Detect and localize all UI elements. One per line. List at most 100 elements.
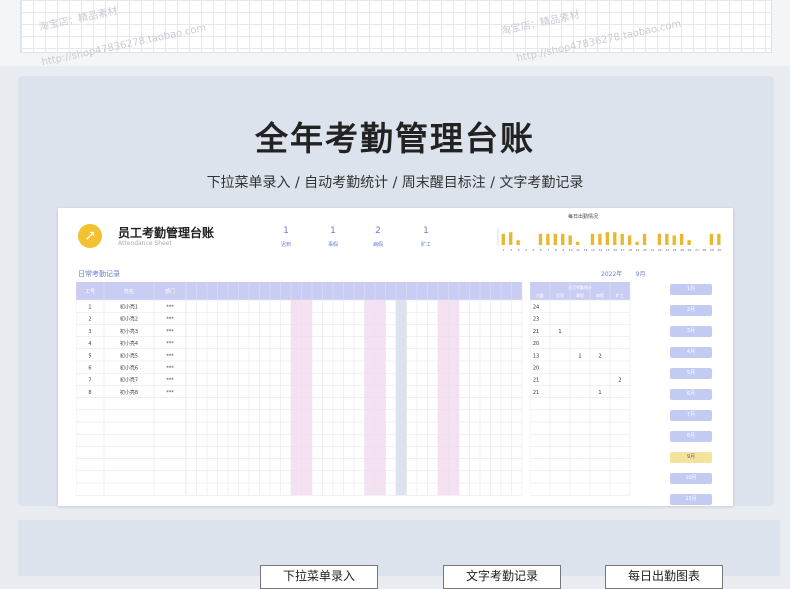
chart-bar	[538, 233, 543, 245]
monthly-summary-table: 全月考勤统计出勤 迟到 事假 病假 旷工 24 23 21 1 20 13 1 2 20 21 2 21 1	[530, 282, 631, 496]
employee-name: 初小亮5	[120, 352, 138, 359]
x-tick-label: 5	[532, 248, 534, 252]
x-tick-label: 13	[591, 248, 595, 252]
x-tick-label: 10	[569, 248, 573, 252]
month-button[interactable]: 7月	[670, 410, 712, 421]
summary-title: 全月考勤统计	[568, 284, 592, 290]
x-tick-label: 2	[510, 248, 512, 252]
x-tick-label: 6	[540, 248, 542, 252]
month-button[interactable]: 2月	[670, 305, 712, 316]
summary-value: 1	[558, 329, 561, 335]
x-tick-label: 23	[665, 248, 669, 252]
employee-id: 3	[88, 329, 91, 335]
daily-attendance-chart: 1 2 3 4 5 6 7 8 9 10 11 12 13 14 15 16 17 18 19 20 21 22 23 24 2…	[497, 228, 721, 252]
chart-bar	[665, 233, 669, 245]
x-tick-label: 26	[688, 248, 692, 252]
employee-name: 初小亮3	[120, 328, 138, 335]
summary-value: 23	[533, 317, 539, 323]
x-tick-label: 29	[710, 248, 714, 252]
employee-dept: ***	[166, 317, 174, 323]
summary-value: 24	[533, 305, 539, 311]
chart-bar	[680, 233, 684, 245]
month-label: 9月	[635, 271, 646, 278]
employee-dept: ***	[166, 366, 174, 372]
x-tick-label: 24	[673, 248, 677, 252]
month-button[interactable]: 1月	[670, 284, 712, 295]
x-tick-label: 11	[576, 248, 580, 252]
summary-value: 2	[618, 378, 621, 384]
month-button[interactable]: 3月	[670, 326, 712, 337]
column-header: 工号	[85, 289, 95, 295]
summary-value: 2	[598, 353, 601, 359]
x-tick-label: 18	[628, 248, 632, 252]
chart-bar	[620, 233, 624, 245]
summary-value: 21	[533, 329, 539, 335]
x-tick-label: 30	[717, 248, 721, 252]
month-selector: 1月 2月 3月 4月 5月 6月 7月 8月 9月 10月 11月	[670, 284, 712, 515]
month-button[interactable]: 8月	[670, 431, 712, 442]
employee-dept: ***	[166, 329, 174, 335]
chart-bar	[509, 232, 513, 245]
summary-column-header: 出勤	[536, 292, 544, 298]
chart-bar	[598, 233, 602, 245]
summary-value: 21	[533, 378, 539, 384]
page-title: 全年考勤管理台账	[255, 119, 535, 158]
year-label: 2022年	[601, 271, 623, 278]
chart-bar	[516, 240, 520, 245]
summary-column-header: 病假	[596, 292, 604, 298]
chart-bar	[687, 240, 691, 245]
x-tick-label: 28	[703, 248, 707, 252]
chart-bar	[672, 235, 676, 245]
x-tick-label: 4	[525, 248, 527, 252]
grid-header-bg	[76, 282, 522, 300]
chart-bar	[613, 232, 617, 245]
x-tick-label: 16	[613, 248, 617, 252]
summary-column-header: 迟到	[556, 292, 564, 298]
chart-bar	[575, 241, 580, 245]
x-tick-label: 3	[518, 248, 520, 252]
column-header: 部门	[165, 288, 175, 295]
column-header: 姓名	[124, 288, 134, 295]
employee-dept: ***	[166, 341, 174, 347]
employee-dept: ***	[166, 378, 174, 384]
month-button[interactable]: 10月	[670, 473, 712, 484]
year-month: 2022年 9月	[601, 269, 645, 278]
chart-bar	[546, 233, 550, 245]
x-tick-label: 19	[636, 248, 640, 252]
sheet-title: 员工考勤管理台账	[118, 226, 215, 240]
employee-id: 1	[88, 305, 91, 311]
employee-id: 8	[88, 390, 91, 396]
employee-dept: ***	[166, 353, 174, 359]
daily-chart-button[interactable]: 每日出勤图表	[605, 565, 723, 589]
employee-id: 7	[88, 378, 91, 384]
chart-bar	[709, 233, 714, 245]
stat-absent: 1 旷工	[420, 226, 431, 248]
chart-bar	[561, 233, 565, 245]
text-record-button[interactable]: 文字考勤记录	[443, 565, 561, 589]
summary-value: 1	[578, 353, 581, 359]
chart-bar	[568, 235, 572, 245]
employee-name: 初小亮2	[120, 316, 138, 323]
stat-personal-leave: 1 事假	[327, 226, 338, 248]
x-tick-label: 12	[584, 248, 588, 252]
chart-bar	[657, 233, 662, 245]
chart-bar	[605, 232, 610, 245]
employee-name: 初小亮4	[120, 340, 138, 347]
dropdown-entry-button[interactable]: 下拉菜单录入	[260, 565, 378, 589]
x-tick-label: 22	[658, 248, 662, 252]
chart-bar	[717, 233, 721, 245]
daily-attendance-grid: 工号 姓名 部门 1 初小亮1 *** 2 初小亮2 *** 3 初小亮3 *** 4 初小亮4 *** 5 初…	[76, 282, 523, 496]
employee-id: 4	[88, 341, 91, 347]
employee-name: 初小亮7	[120, 377, 138, 384]
chart-bar	[590, 233, 595, 245]
month-button[interactable]: 5月	[670, 368, 712, 379]
month-button[interactable]: 11月	[670, 494, 712, 505]
x-tick-label: 27	[695, 248, 699, 252]
month-button[interactable]: 4月	[670, 347, 712, 358]
month-button[interactable]: 6月	[670, 389, 712, 400]
summary-value: 20	[533, 366, 539, 372]
employee-name: 初小亮8	[120, 389, 138, 396]
employee-dept: ***	[166, 305, 174, 311]
month-button[interactable]: 9月	[670, 452, 712, 463]
page-subtitle: 下拉菜单录入 / 自动考勤统计 / 周末醒目标注 / 文字考勤记录	[206, 175, 584, 191]
